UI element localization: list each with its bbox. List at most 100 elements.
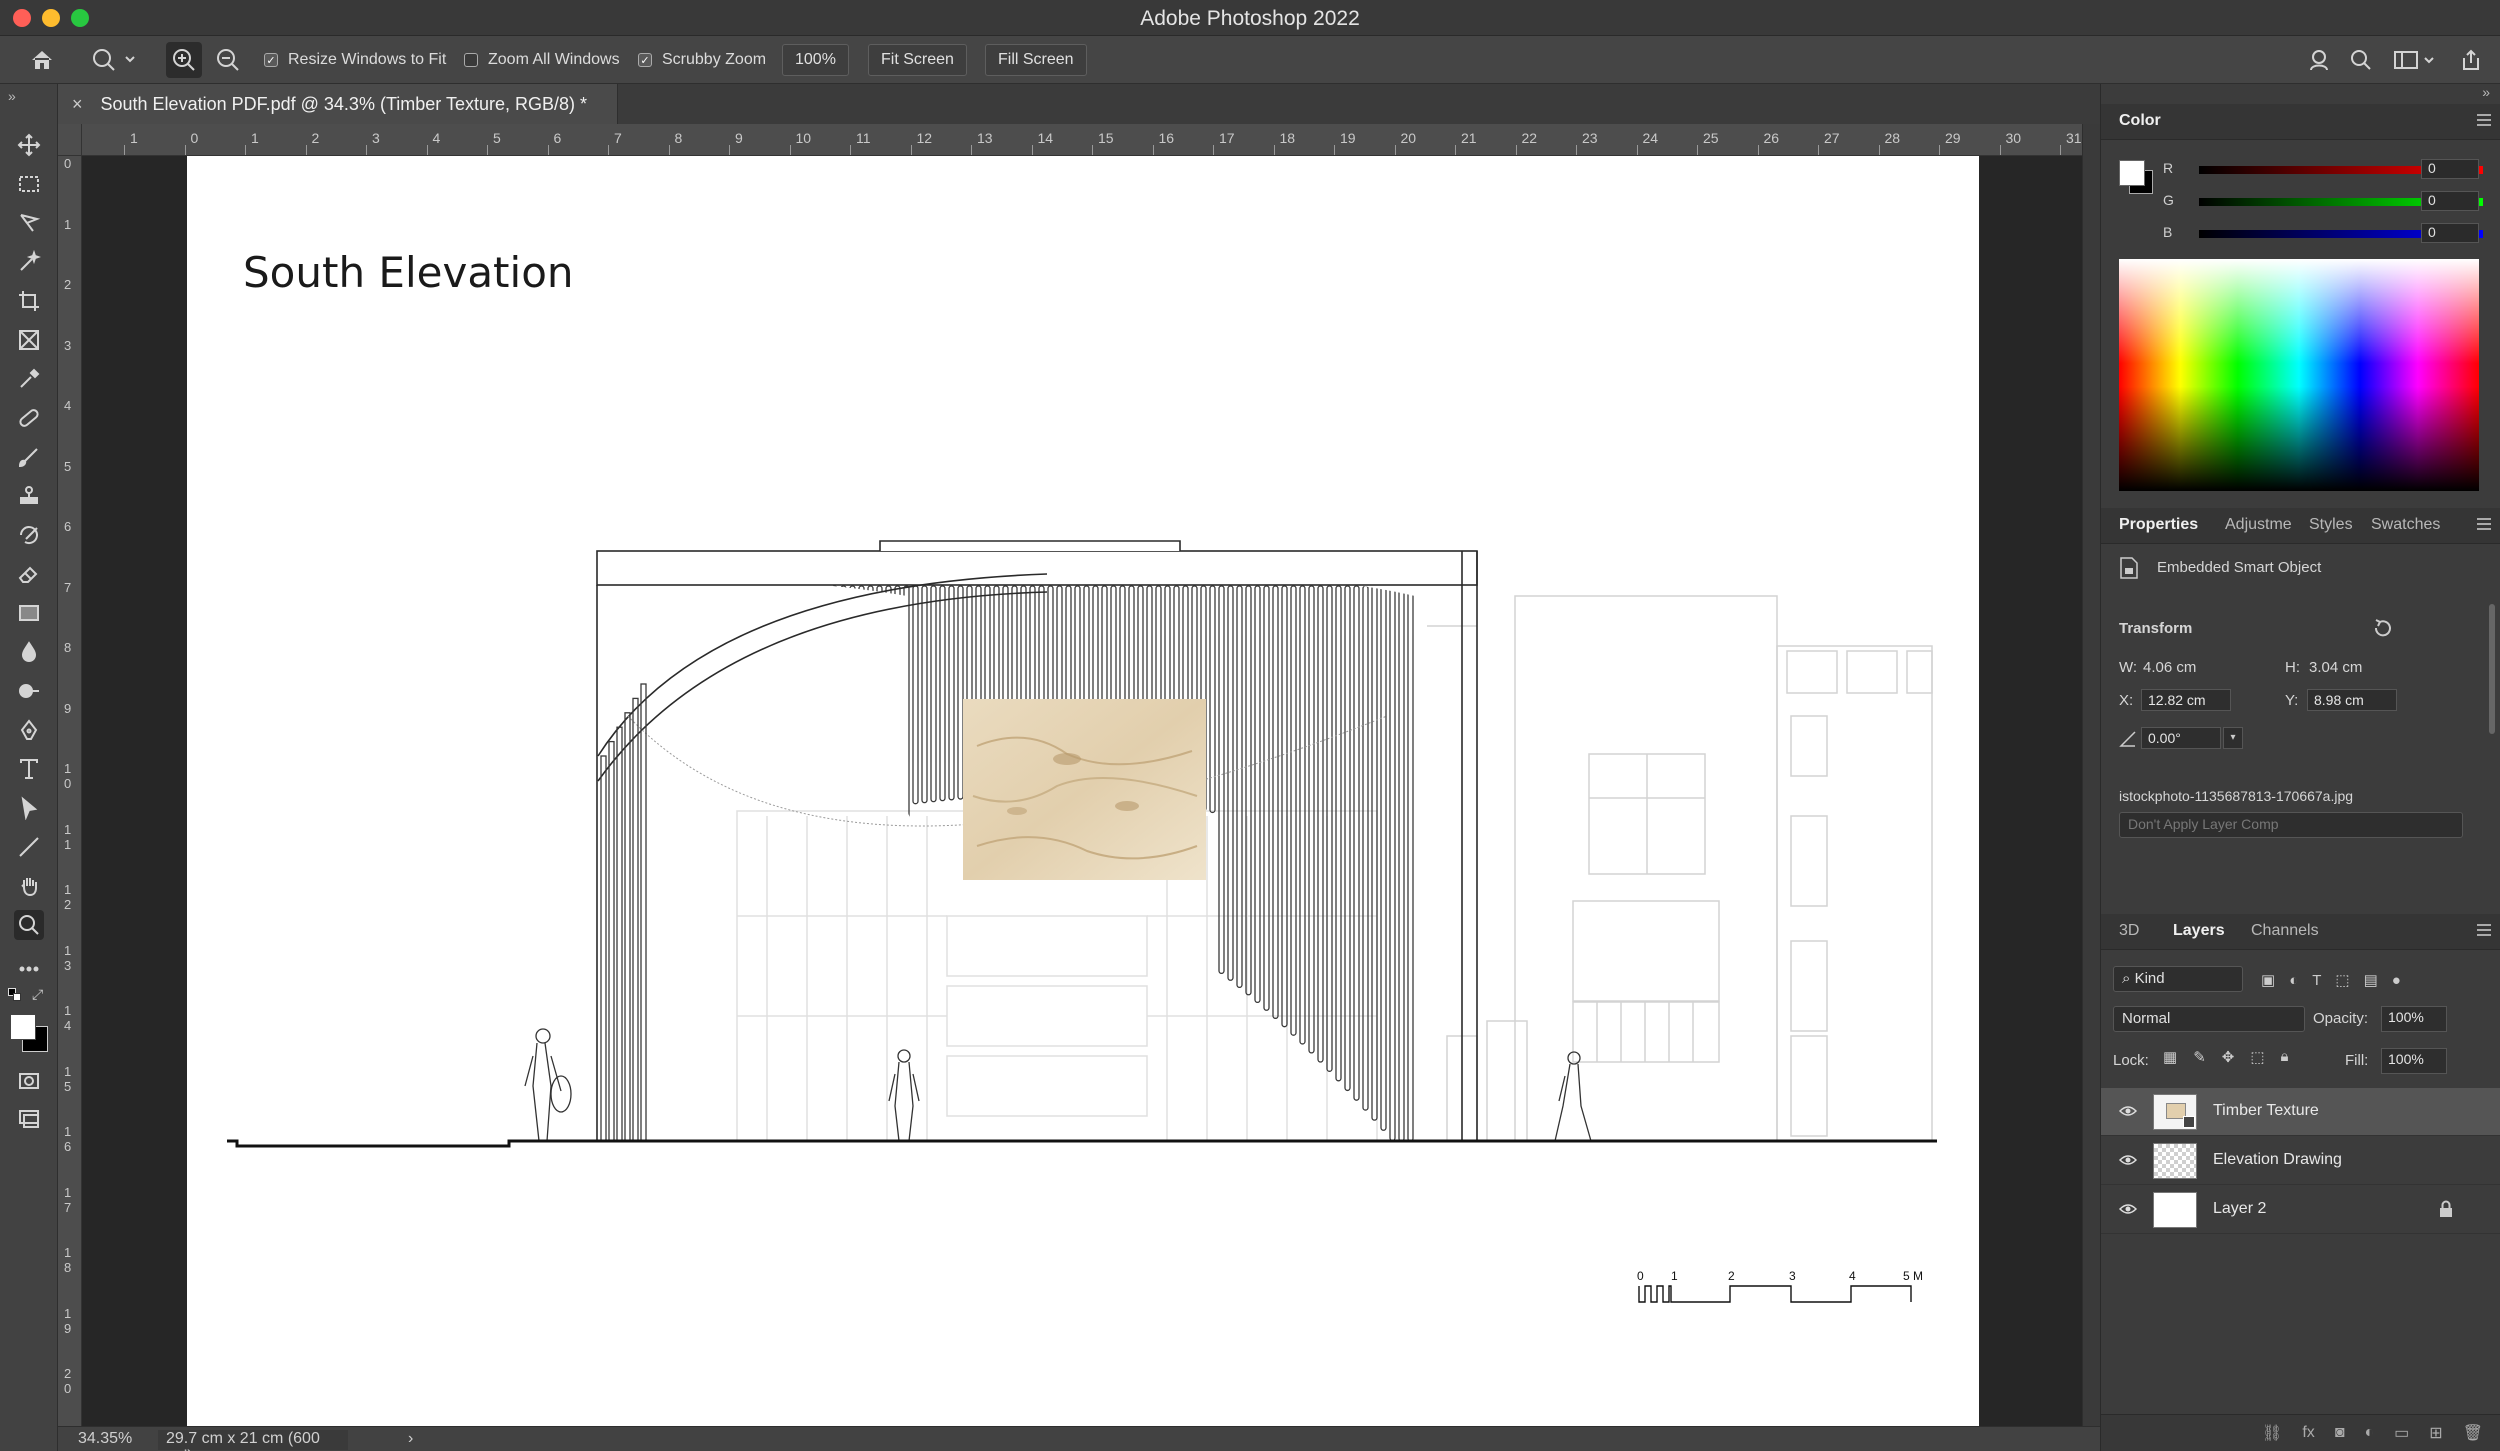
- red-value-field[interactable]: 0: [2421, 159, 2479, 179]
- history-brush-icon[interactable]: [14, 520, 44, 550]
- properties-scrollbar[interactable]: [2489, 604, 2495, 734]
- layers-panel-menu-icon[interactable]: [2477, 924, 2491, 936]
- brush-tool-icon[interactable]: [14, 442, 44, 472]
- red-slider[interactable]: R 0: [2121, 158, 2491, 182]
- height-value[interactable]: 3.04 cm: [2309, 659, 2362, 676]
- vertical-ruler[interactable]: 01234567891011121314151617181920: [58, 156, 82, 1426]
- lock-transparency-icon[interactable]: ▦: [2163, 1048, 2177, 1072]
- new-adjustment-icon[interactable]: ◐: [2364, 1424, 2374, 1442]
- layer-filter-kind[interactable]: ⌕ Kind: [2113, 966, 2243, 992]
- tab-3d[interactable]: 3D: [2119, 922, 2139, 940]
- green-value-field[interactable]: 0: [2421, 191, 2479, 211]
- fit-screen-button[interactable]: Fit Screen: [868, 44, 967, 76]
- tab-styles[interactable]: Styles: [2309, 516, 2353, 534]
- lock-pixels-icon[interactable]: ✎: [2193, 1048, 2206, 1072]
- tab-channels[interactable]: Channels: [2251, 922, 2319, 940]
- canvas-area[interactable]: South Elevation 0 1 2 3 4 5 M: [82, 156, 2082, 1426]
- gradient-tool-icon[interactable]: [14, 598, 44, 628]
- document-tab[interactable]: × South Elevation PDF.pdf @ 34.3% (Timbe…: [58, 84, 618, 124]
- tab-layers[interactable]: Layers: [2173, 922, 2225, 940]
- properties-panel-menu-icon[interactable]: [2477, 518, 2491, 530]
- crop-tool-icon[interactable]: [14, 286, 44, 316]
- expand-panel-icon[interactable]: »: [8, 88, 16, 104]
- delete-layer-icon[interactable]: 🗑︎: [2463, 1423, 2483, 1443]
- type-tool-icon[interactable]: [14, 754, 44, 784]
- horizontal-ruler[interactable]: 1 0 1 2 3 4 5 6 7 8 9 10 11 12 13 14 15 16 17 18 19 20 21 22 23 2…: [82, 124, 2082, 156]
- pen-tool-icon[interactable]: [14, 715, 44, 745]
- layer-row-layer-2[interactable]: Layer 2: [2101, 1186, 2500, 1234]
- default-colors-icon[interactable]: [8, 988, 22, 1002]
- visibility-eye-icon[interactable]: [2119, 1153, 2137, 1167]
- angle-dropdown-icon[interactable]: ▾: [2223, 727, 2243, 749]
- filter-smart-object-icon[interactable]: ▤: [2364, 971, 2378, 989]
- learn-icon[interactable]: [2304, 46, 2334, 74]
- filter-shape-icon[interactable]: ⬚: [2335, 971, 2349, 989]
- add-mask-icon[interactable]: ◙: [2335, 1424, 2345, 1442]
- tab-swatches[interactable]: Swatches: [2371, 516, 2440, 534]
- blue-slider[interactable]: B 0: [2121, 222, 2491, 246]
- ruler-origin[interactable]: [58, 124, 82, 156]
- quick-mask-icon[interactable]: [14, 1066, 44, 1096]
- color-panel-menu-icon[interactable]: [2477, 114, 2491, 126]
- search-icon[interactable]: [2346, 46, 2376, 74]
- filter-toggle-icon[interactable]: ●: [2392, 972, 2401, 989]
- clone-stamp-icon[interactable]: [14, 481, 44, 511]
- rectangular-marquee-icon[interactable]: [14, 169, 44, 199]
- timber-texture-image[interactable]: [963, 699, 1206, 880]
- move-tool-icon[interactable]: [14, 130, 44, 160]
- layer-name[interactable]: Layer 2: [2213, 1200, 2266, 1218]
- healing-brush-icon[interactable]: [14, 403, 44, 433]
- lasso-icon[interactable]: [14, 208, 44, 238]
- line-tool-icon[interactable]: [14, 832, 44, 862]
- visibility-eye-icon[interactable]: [2119, 1104, 2137, 1118]
- blend-mode-dropdown[interactable]: Normal: [2113, 1006, 2305, 1032]
- green-slider[interactable]: G 0: [2121, 190, 2491, 214]
- layer-row-elevation-drawing[interactable]: Elevation Drawing: [2101, 1137, 2500, 1185]
- layer-name[interactable]: Timber Texture: [2213, 1102, 2319, 1120]
- y-position-field[interactable]: 8.98 cm: [2307, 689, 2397, 711]
- fill-screen-button[interactable]: Fill Screen: [985, 44, 1087, 76]
- foreground-color-swatch[interactable]: [10, 1014, 36, 1040]
- frame-tool-icon[interactable]: [14, 325, 44, 355]
- layer-name[interactable]: Elevation Drawing: [2213, 1151, 2342, 1169]
- x-position-field[interactable]: 12.82 cm: [2141, 689, 2231, 711]
- visibility-eye-icon[interactable]: [2119, 1202, 2137, 1216]
- link-layers-icon[interactable]: ⛓: [2262, 1423, 2282, 1443]
- color-spectrum[interactable]: [2119, 259, 2479, 491]
- zoom-100-button[interactable]: 100%: [782, 44, 849, 76]
- layer-style-icon[interactable]: fx: [2302, 1424, 2314, 1442]
- opacity-field[interactable]: 100%: [2381, 1006, 2447, 1032]
- more-tools-icon[interactable]: [14, 954, 44, 984]
- document-canvas[interactable]: South Elevation 0 1 2 3 4 5 M: [187, 156, 1979, 1426]
- color-swatches[interactable]: [8, 1010, 56, 1056]
- workspace-switcher-icon[interactable]: [2390, 46, 2440, 74]
- filter-type-icon[interactable]: T: [2312, 972, 2321, 989]
- tab-adjustments[interactable]: Adjustme: [2225, 516, 2292, 534]
- dodge-tool-icon[interactable]: [14, 676, 44, 706]
- vertical-scrollbar[interactable]: [2082, 124, 2100, 1426]
- lock-artboard-icon[interactable]: ⬚: [2250, 1048, 2264, 1072]
- filter-adjustment-icon[interactable]: ◐: [2289, 972, 2298, 989]
- width-value[interactable]: 4.06 cm: [2143, 659, 2196, 676]
- lock-position-icon[interactable]: ✥: [2222, 1048, 2235, 1072]
- screen-mode-icon[interactable]: [14, 1104, 44, 1134]
- scrubby-zoom-checkbox[interactable]: ✓ Scrubby Zoom: [638, 36, 766, 84]
- filter-pixel-icon[interactable]: ▣: [2261, 971, 2275, 989]
- zoom-all-windows-checkbox[interactable]: Zoom All Windows: [464, 36, 620, 84]
- eraser-icon[interactable]: [14, 559, 44, 589]
- magic-wand-icon[interactable]: [14, 247, 44, 277]
- reset-transform-icon[interactable]: [2371, 616, 2395, 640]
- hand-tool-icon[interactable]: [14, 871, 44, 901]
- lock-all-icon[interactable]: 🔒︎: [2281, 1048, 2289, 1072]
- zoom-in-icon[interactable]: [166, 42, 202, 78]
- layer-comp-dropdown[interactable]: Don't Apply Layer Comp: [2119, 812, 2463, 838]
- zoom-tool-icon[interactable]: [14, 910, 44, 940]
- tab-properties[interactable]: Properties: [2119, 516, 2198, 534]
- zoom-out-icon[interactable]: [210, 42, 246, 78]
- new-group-icon[interactable]: ▭: [2394, 1423, 2409, 1443]
- angle-field[interactable]: 0.00°: [2141, 727, 2221, 749]
- swap-colors-icon[interactable]: ⤢: [32, 986, 43, 1003]
- path-selection-icon[interactable]: [14, 793, 44, 823]
- home-icon[interactable]: [26, 46, 58, 74]
- tab-color[interactable]: Color: [2119, 112, 2161, 130]
